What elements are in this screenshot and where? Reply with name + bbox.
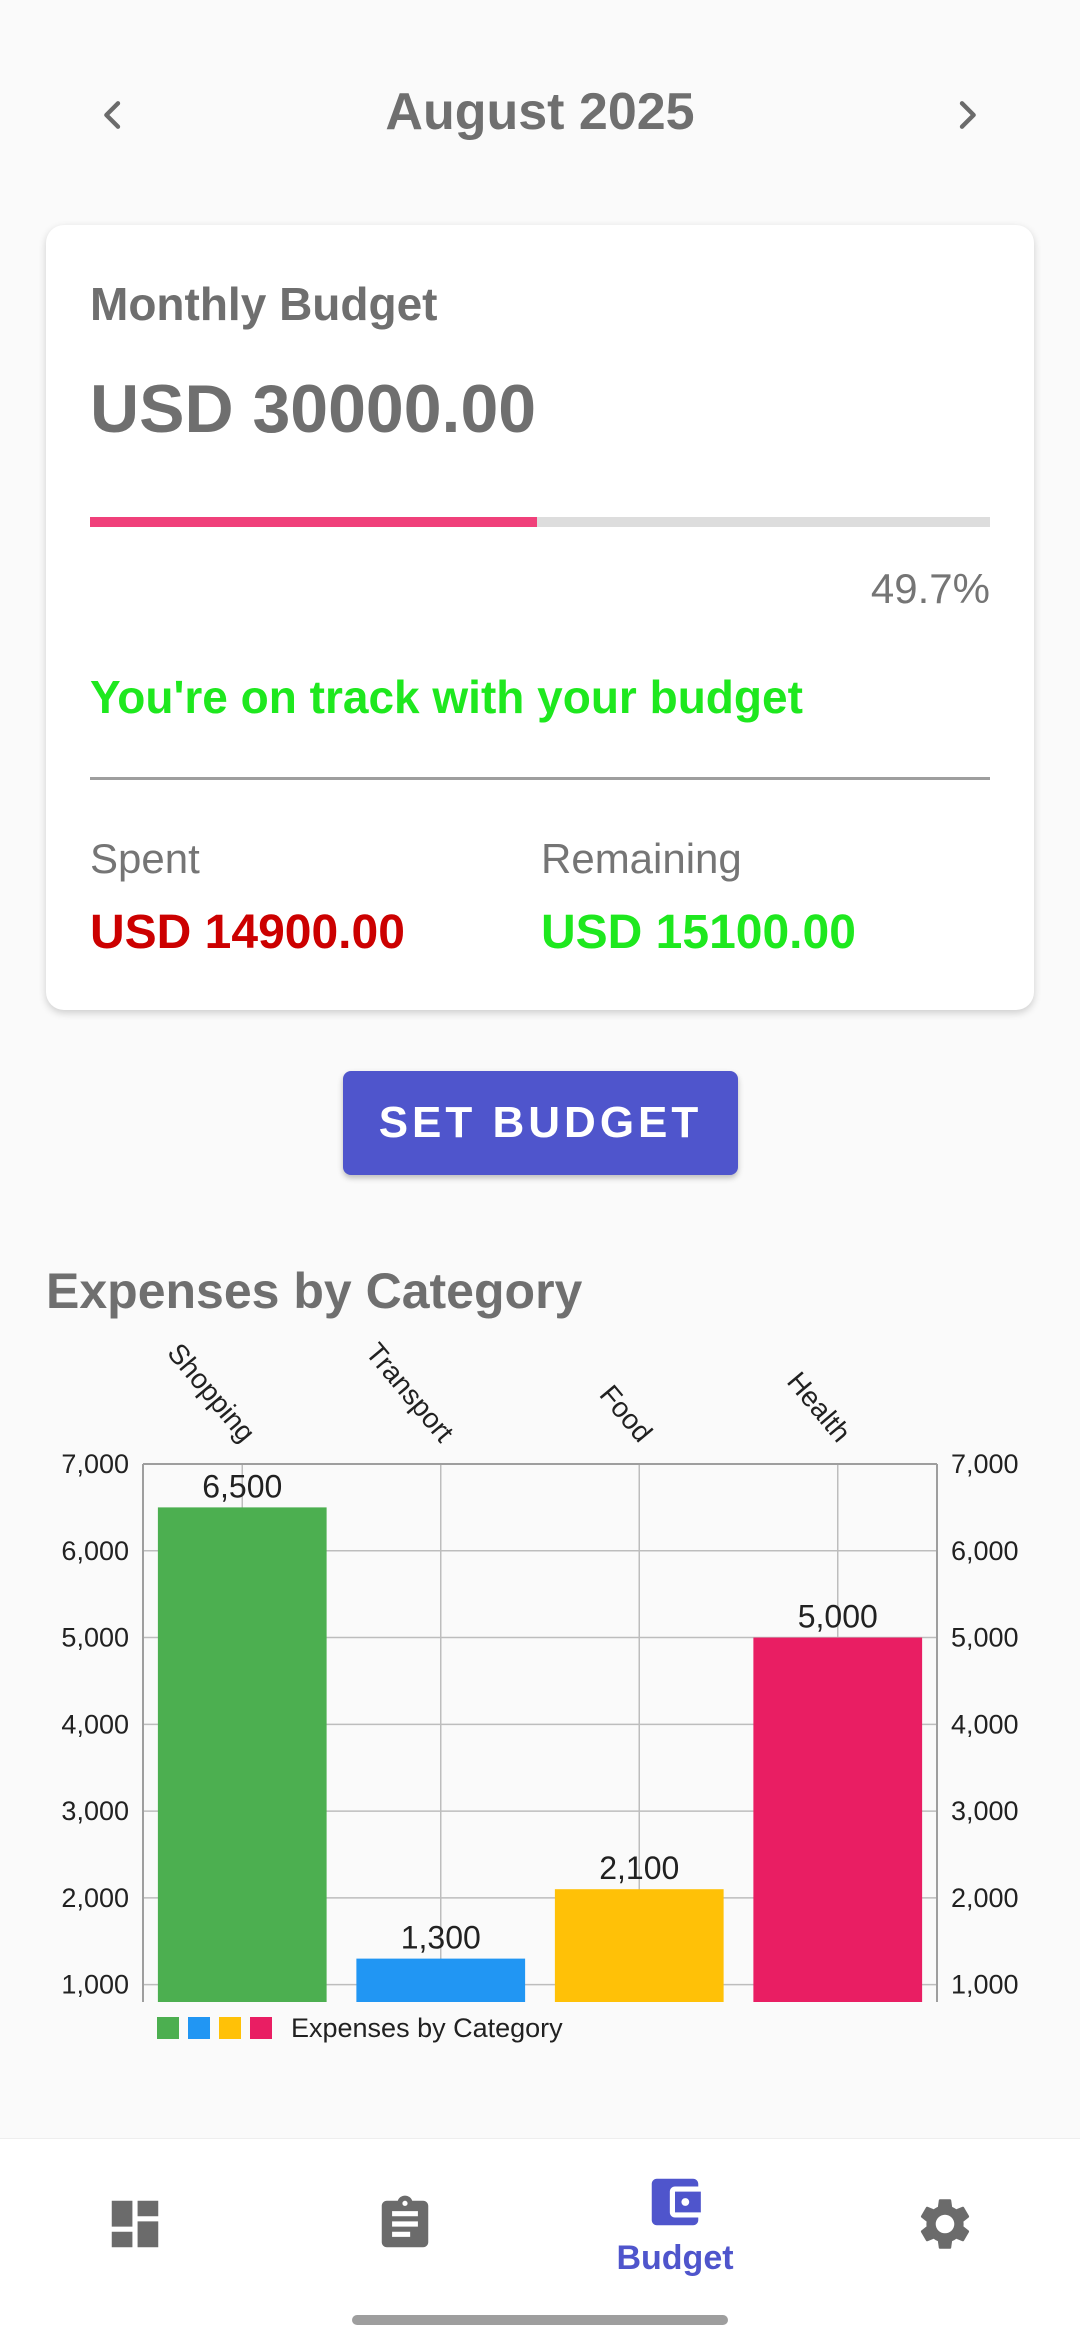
y-tick-label-left: 4,000 xyxy=(61,1709,129,1739)
y-tick-label-right: 1,000 xyxy=(951,1970,1019,2000)
y-tick-label-right: 5,000 xyxy=(951,1623,1019,1653)
wallet-icon xyxy=(651,2178,701,2225)
x-category-label: Transport xyxy=(360,1337,460,1448)
bar-shopping xyxy=(157,1507,327,2002)
budget-progress-bar xyxy=(90,517,990,527)
section-title: Expenses by Category xyxy=(46,1263,583,1319)
nav-item-transactions[interactable] xyxy=(270,2139,540,2309)
bottom-navigation: Budget xyxy=(0,2138,1080,2341)
y-tick-label-left: 7,000 xyxy=(61,1449,129,1479)
y-tick-label-left: 2,000 xyxy=(61,1883,129,1913)
gear-icon xyxy=(920,2199,970,2249)
spent-label: Spent xyxy=(90,835,200,882)
data-label: 5,000 xyxy=(798,1599,878,1635)
legend-swatch xyxy=(219,2017,241,2039)
data-label: 6,500 xyxy=(202,1468,282,1504)
y-tick-label-left: 1,000 xyxy=(61,1970,129,2000)
legend-swatch xyxy=(188,2017,210,2039)
nav-item-dashboard[interactable] xyxy=(0,2139,270,2309)
x-category-label: Health xyxy=(781,1366,857,1448)
bar-transport xyxy=(356,1958,526,2002)
y-tick-label-right: 7,000 xyxy=(951,1449,1019,1479)
next-month-button[interactable] xyxy=(932,80,1002,150)
nav-label-budget: Budget xyxy=(616,2238,734,2277)
y-tick-label-left: 5,000 xyxy=(61,1623,129,1653)
clipboard-icon xyxy=(381,2195,429,2248)
y-tick-label-right: 6,000 xyxy=(951,1536,1019,1566)
y-tick-label-right: 4,000 xyxy=(951,1709,1019,1739)
progress-percent: 49.7% xyxy=(870,565,990,612)
remaining-value: USD 15100.00 xyxy=(541,906,856,959)
expenses-bar-chart: 1,000 1,000 2,000 2,000 3,000 3,000 4,000 4,000… xyxy=(61,1337,1019,2043)
month-title: August 2025 xyxy=(385,83,695,141)
x-category-label: Shopping xyxy=(162,1337,262,1448)
budget-amount: USD 30000.00 xyxy=(90,371,537,447)
chevron-right-icon xyxy=(959,101,976,129)
legend-swatch xyxy=(157,2017,179,2039)
remaining-label: Remaining xyxy=(541,835,742,882)
home-indicator xyxy=(352,2315,728,2325)
card-divider xyxy=(90,777,990,780)
bar-food xyxy=(554,1889,724,2002)
data-label: 1,300 xyxy=(401,1920,481,1956)
dashboard-icon xyxy=(111,2200,159,2248)
x-category-label: Food xyxy=(594,1379,659,1448)
legend-label: Expenses by Category xyxy=(291,2013,563,2043)
data-label: 2,100 xyxy=(599,1850,679,1886)
budget-progress-fill xyxy=(90,517,538,527)
set-budget-button[interactable]: SET BUDGET xyxy=(343,1071,738,1175)
y-tick-label-right: 2,000 xyxy=(951,1883,1019,1913)
y-tick-label-left: 3,000 xyxy=(61,1796,129,1826)
nav-item-settings[interactable] xyxy=(810,2139,1080,2309)
nav-item-budget[interactable]: Budget xyxy=(540,2139,810,2309)
y-tick-label-left: 6,000 xyxy=(61,1536,129,1566)
legend-swatch xyxy=(250,2017,272,2039)
y-tick-label-right: 3,000 xyxy=(951,1796,1019,1826)
card-title: Monthly Budget xyxy=(90,278,438,330)
spent-value: USD 14900.00 xyxy=(90,906,405,959)
bar-health xyxy=(753,1637,923,2002)
month-header: August 2025 xyxy=(0,60,1080,170)
budget-status-text: You're on track with your budget xyxy=(90,671,803,723)
monthly-budget-card: Monthly Budget USD 30000.00 49.7% You're… xyxy=(46,225,1034,1010)
